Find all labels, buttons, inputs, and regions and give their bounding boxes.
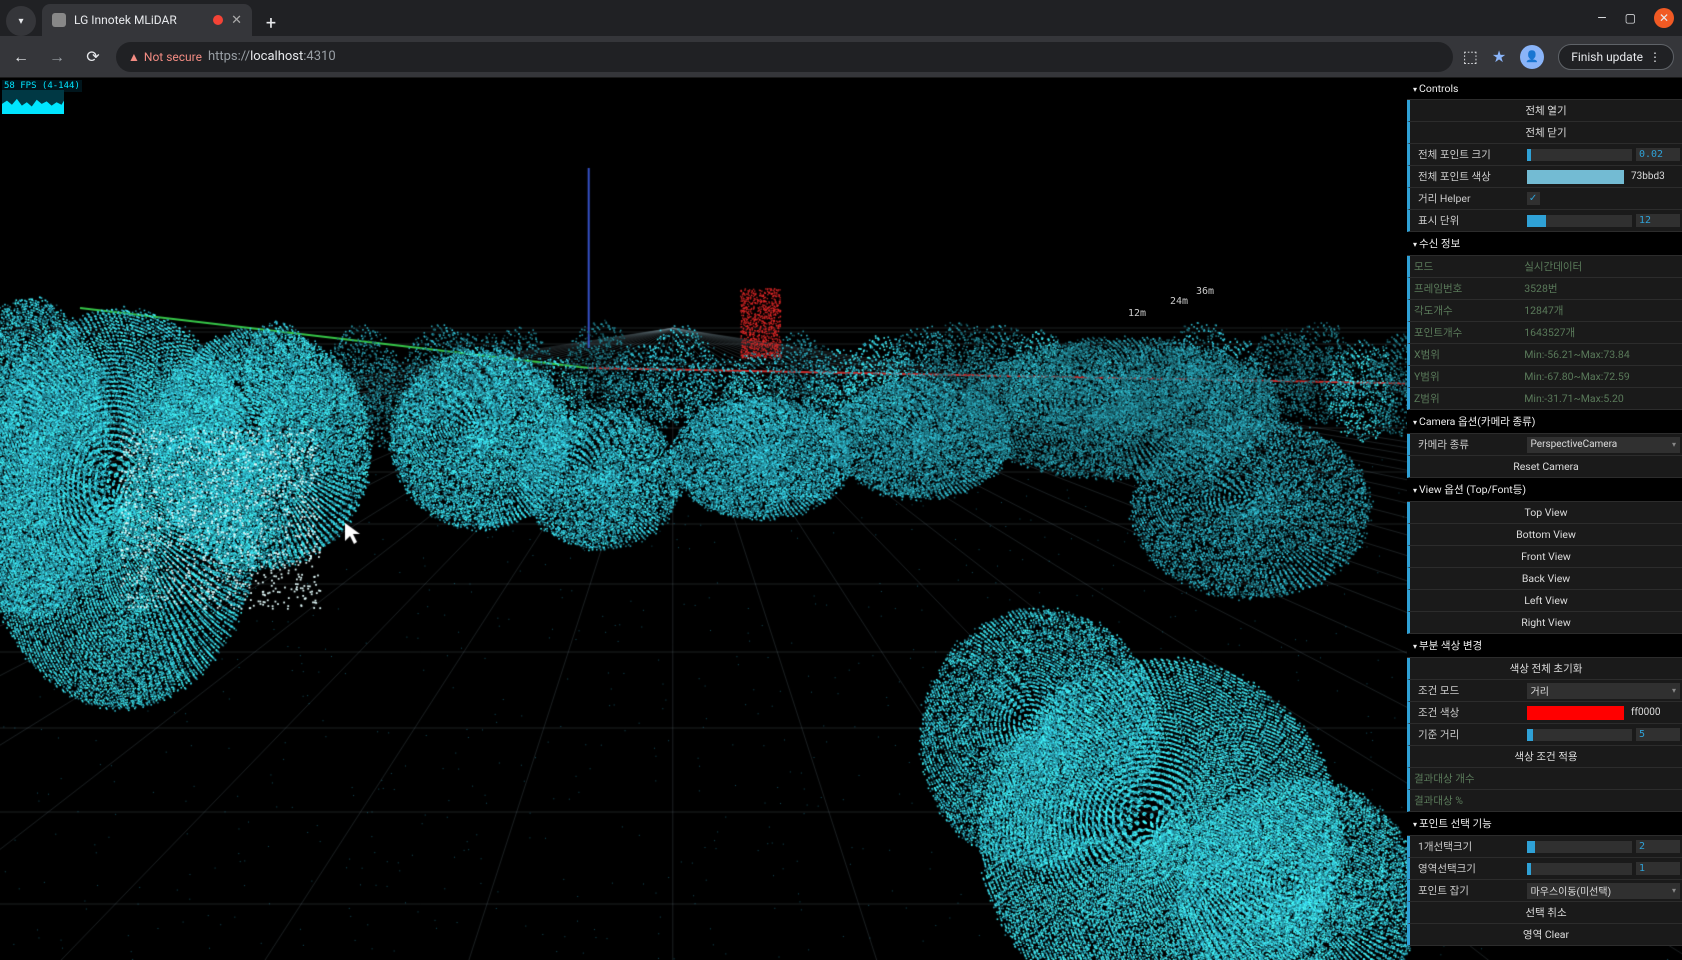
warning-icon: ▲ bbox=[128, 50, 140, 64]
sel-cancel-button[interactable]: 선택 취소 bbox=[1407, 902, 1682, 924]
nav-reload-button[interactable]: ⟳ bbox=[80, 44, 106, 70]
cond-color-control[interactable]: 조건 색상 ff0000 bbox=[1407, 702, 1682, 724]
window-maximize-icon[interactable]: ▢ bbox=[1625, 11, 1636, 25]
viewport[interactable]: 58 FPS (4-144) 12m24m36m Controls 전체 열기 … bbox=[0, 78, 1682, 960]
right-view-button[interactable]: Right View bbox=[1407, 612, 1682, 634]
point-grab-control[interactable]: 포인트 잡기 마우스이동(미선택)▾ bbox=[1407, 880, 1682, 902]
browser-tab[interactable]: LG Innotek MLiDAR ✕ bbox=[42, 4, 252, 36]
new-tab-button[interactable]: + bbox=[258, 10, 284, 36]
chevron-down-icon: ▾ bbox=[1672, 440, 1676, 449]
tab-title: LG Innotek MLiDAR bbox=[74, 13, 177, 27]
point-color-swatch[interactable] bbox=[1527, 170, 1624, 184]
chevron-down-icon: ▾ bbox=[1672, 686, 1676, 695]
recording-icon bbox=[213, 15, 223, 25]
tab-close-icon[interactable]: ✕ bbox=[231, 13, 242, 28]
folder-controls[interactable]: Controls bbox=[1407, 78, 1682, 100]
window-minimize-icon[interactable]: — bbox=[1597, 11, 1606, 25]
chevron-down-icon: ▾ bbox=[1672, 886, 1676, 895]
area-sel-size-control[interactable]: 영역선택크기 1 bbox=[1407, 858, 1682, 880]
color-apply-button[interactable]: 색상 조건 적용 bbox=[1407, 746, 1682, 768]
point-grab-select[interactable]: 마우스이동(미선택)▾ bbox=[1527, 883, 1680, 899]
single-sel-size-control[interactable]: 1개선택크기 2 bbox=[1407, 836, 1682, 858]
cond-mode-select[interactable]: 거리▾ bbox=[1527, 683, 1680, 699]
menu-dots-icon: ⋮ bbox=[1649, 50, 1661, 64]
camera-type-control[interactable]: 카메라 종류 PerspectiveCamera▾ bbox=[1407, 434, 1682, 456]
area-clear-button[interactable]: 영역 Clear bbox=[1407, 924, 1682, 946]
color-reset-button[interactable]: 색상 전체 초기화 bbox=[1407, 658, 1682, 680]
result-count-row: 결과대상 개수 bbox=[1407, 768, 1682, 790]
area-sel-slider[interactable] bbox=[1527, 863, 1632, 875]
point-size-control[interactable]: 전체 포인트 크기 0.02 bbox=[1407, 144, 1682, 166]
bookmark-star-icon[interactable]: ★ bbox=[1492, 47, 1506, 66]
fps-graph bbox=[2, 90, 64, 114]
point-color-control[interactable]: 전체 포인트 색상 73bbd3 bbox=[1407, 166, 1682, 188]
folder-view[interactable]: View 옵션 (Top/Font등) bbox=[1407, 478, 1682, 502]
reset-camera-button[interactable]: Reset Camera bbox=[1407, 456, 1682, 478]
distance-label: 24m bbox=[1170, 296, 1188, 307]
profile-avatar[interactable]: 👤 bbox=[1520, 45, 1544, 69]
insecure-badge[interactable]: ▲ Not secure bbox=[128, 50, 202, 64]
top-view-button[interactable]: Top View bbox=[1407, 502, 1682, 524]
nav-back-button[interactable]: ← bbox=[8, 44, 34, 70]
url-text: https://localhost:4310 bbox=[208, 49, 336, 64]
install-app-icon[interactable]: ⬚ bbox=[1463, 47, 1478, 66]
folder-recv-info[interactable]: 수신 정보 bbox=[1407, 232, 1682, 256]
ref-dist-control[interactable]: 기준 거리 5 bbox=[1407, 724, 1682, 746]
controls-panel[interactable]: Controls 전체 열기 전체 닫기 전체 포인트 크기 0.02 전체 포… bbox=[1407, 78, 1682, 946]
result-pct-row: 결과대상 % bbox=[1407, 790, 1682, 812]
back-view-button[interactable]: Back View bbox=[1407, 568, 1682, 590]
finish-update-button[interactable]: Finish update⋮ bbox=[1558, 44, 1674, 70]
folder-point-select[interactable]: 포인트 선택 기능 bbox=[1407, 812, 1682, 836]
browser-titlebar: ▾ LG Innotek MLiDAR ✕ + — ▢ ✕ bbox=[0, 0, 1682, 36]
point-size-slider[interactable] bbox=[1527, 149, 1632, 161]
nav-forward-button[interactable]: → bbox=[44, 44, 70, 70]
single-sel-slider[interactable] bbox=[1527, 841, 1632, 853]
address-bar[interactable]: ▲ Not secure https://localhost:4310 bbox=[116, 42, 1453, 72]
folder-camera[interactable]: Camera 옵션(카메라 종류) bbox=[1407, 410, 1682, 434]
disp-unit-slider[interactable] bbox=[1527, 215, 1632, 227]
distance-label: 12m bbox=[1128, 308, 1146, 319]
left-view-button[interactable]: Left View bbox=[1407, 590, 1682, 612]
camera-type-select[interactable]: PerspectiveCamera▾ bbox=[1527, 437, 1680, 453]
tab-search-icon[interactable]: ▾ bbox=[6, 6, 36, 36]
ref-dist-slider[interactable] bbox=[1527, 729, 1632, 741]
cond-color-swatch[interactable] bbox=[1527, 706, 1624, 720]
window-close-icon[interactable]: ✕ bbox=[1654, 8, 1674, 28]
open-all-button[interactable]: 전체 열기 bbox=[1407, 100, 1682, 122]
front-view-button[interactable]: Front View bbox=[1407, 546, 1682, 568]
browser-toolbar: ← → ⟳ ▲ Not secure https://localhost:431… bbox=[0, 36, 1682, 78]
cond-mode-control[interactable]: 조건 모드 거리▾ bbox=[1407, 680, 1682, 702]
distance-label: 36m bbox=[1196, 286, 1214, 297]
favicon-icon bbox=[52, 13, 66, 27]
folder-part-color[interactable]: 부분 색상 변경 bbox=[1407, 634, 1682, 658]
disp-unit-control[interactable]: 표시 단위 12 bbox=[1407, 210, 1682, 232]
close-all-button[interactable]: 전체 닫기 bbox=[1407, 122, 1682, 144]
bottom-view-button[interactable]: Bottom View bbox=[1407, 524, 1682, 546]
dist-helper-control[interactable]: 거리 Helper ✓ bbox=[1407, 188, 1682, 210]
dist-helper-checkbox[interactable]: ✓ bbox=[1527, 192, 1540, 205]
